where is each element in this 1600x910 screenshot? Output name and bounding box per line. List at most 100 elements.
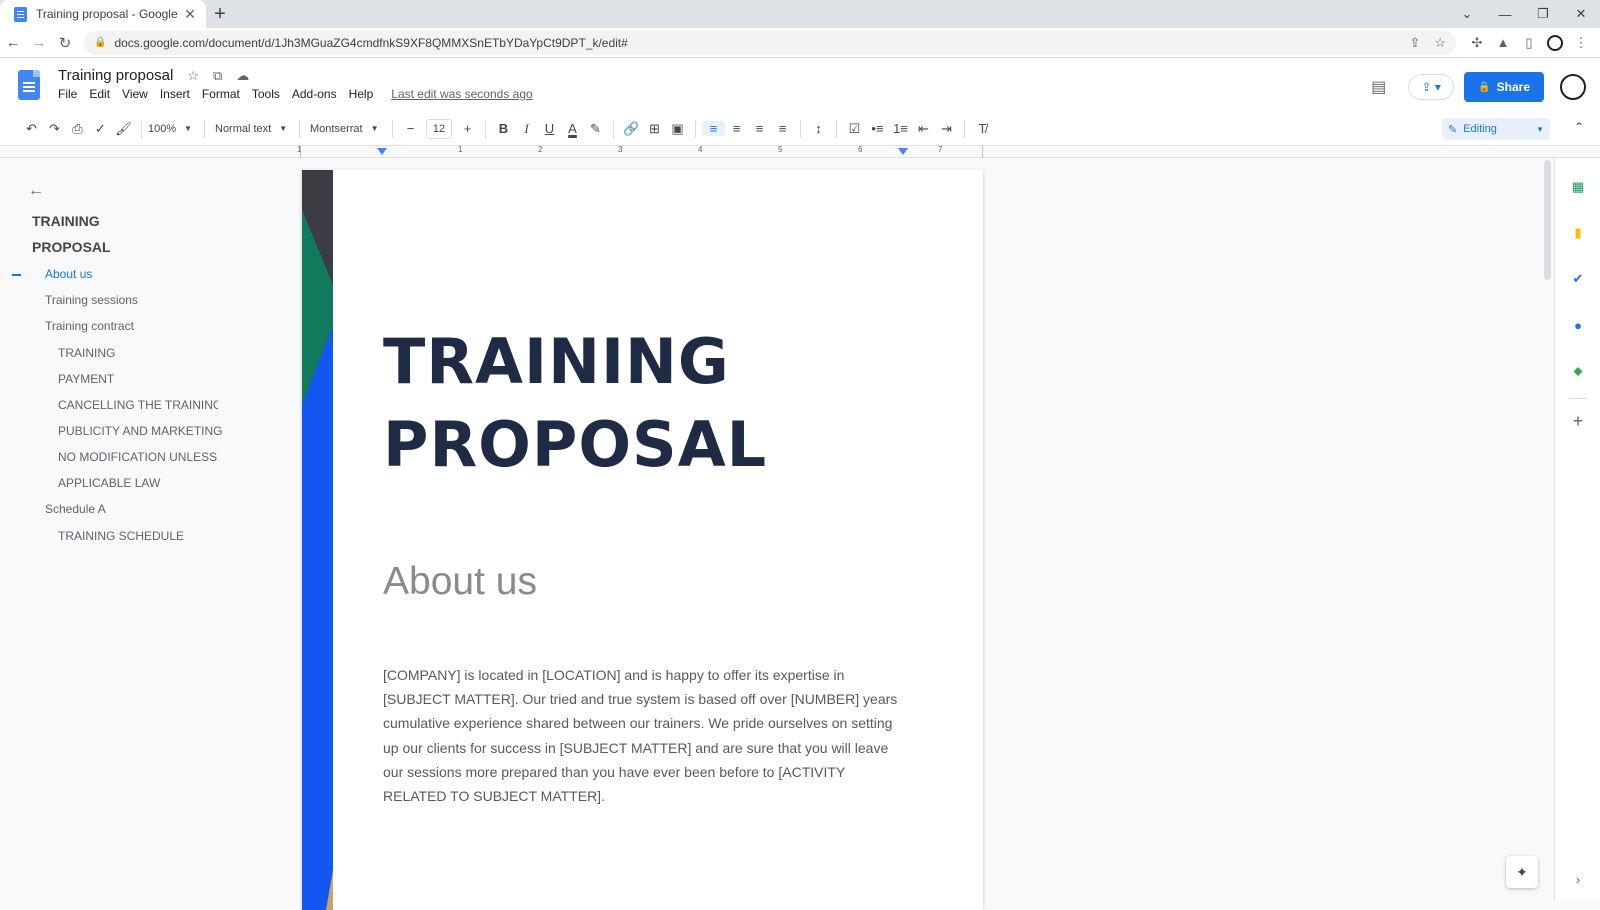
- align-center-icon[interactable]: ≡: [725, 121, 748, 136]
- tab-search-icon[interactable]: ⌄: [1448, 0, 1486, 28]
- undo-icon[interactable]: ↶: [20, 121, 43, 137]
- outline-item[interactable]: TRAINING SCHEDULE: [58, 529, 248, 543]
- reload-icon[interactable]: ↻: [52, 34, 78, 52]
- vertical-scrollbar[interactable]: [1540, 158, 1554, 900]
- title-line: PROPOSAL: [383, 403, 767, 486]
- decrease-indent-icon[interactable]: ⇤: [912, 121, 935, 137]
- menu-edit[interactable]: Edit: [89, 87, 110, 101]
- left-indent-marker[interactable]: [377, 148, 387, 155]
- menu-file[interactable]: File: [58, 87, 77, 101]
- outline-item[interactable]: APPLICABLE LAW: [58, 476, 248, 490]
- line-spacing-icon[interactable]: ↕: [807, 121, 830, 136]
- comment-history-icon[interactable]: ▤: [1371, 77, 1386, 97]
- window-close-icon[interactable]: ✕: [1562, 0, 1600, 28]
- title-line: TRAINING: [383, 320, 767, 403]
- justify-icon[interactable]: ≡: [771, 121, 794, 136]
- outline-item[interactable]: Training sessions: [45, 293, 235, 307]
- bookmark-star-icon[interactable]: ☆: [1434, 35, 1446, 51]
- star-icon[interactable]: ☆: [187, 68, 199, 84]
- outline-item[interactable]: NO MODIFICATION UNLESS I...: [58, 450, 218, 464]
- highlight-icon[interactable]: ✎: [584, 121, 607, 137]
- document-page[interactable]: TRAINING PROPOSAL About us [COMPANY] is …: [302, 170, 983, 910]
- restore-icon[interactable]: ❐: [1524, 0, 1562, 28]
- bold-icon[interactable]: B: [492, 121, 515, 136]
- font-value: Montserrat: [310, 123, 363, 135]
- spellcheck-icon[interactable]: ✓: [89, 121, 112, 137]
- align-right-icon[interactable]: ≡: [748, 121, 771, 136]
- share-button[interactable]: 🔒 Share: [1464, 72, 1544, 102]
- decrease-font-size-icon[interactable]: −: [399, 121, 422, 136]
- bulleted-list-icon[interactable]: •≡: [866, 121, 889, 136]
- menu-tools[interactable]: Tools: [252, 87, 280, 101]
- browser-menu-icon[interactable]: ⋮: [1568, 35, 1594, 51]
- forward-icon[interactable]: →: [26, 34, 52, 51]
- link-icon[interactable]: 🔗: [620, 121, 643, 137]
- move-folder-icon[interactable]: ⧉: [213, 68, 222, 84]
- url-input[interactable]: 🔒 docs.google.com/document/d/1Jh3MGuaZG4…: [84, 31, 1456, 55]
- docs-logo-icon[interactable]: [18, 70, 40, 100]
- add-icon[interactable]: +: [1569, 412, 1587, 430]
- zoom-select[interactable]: 100%▼: [148, 123, 198, 135]
- font-select[interactable]: Montserrat▼: [306, 123, 386, 135]
- style-select[interactable]: Normal text▼: [211, 123, 293, 135]
- print-icon[interactable]: ⎙: [66, 121, 89, 137]
- lock-icon[interactable]: 🔒: [94, 37, 106, 48]
- tab-close-icon[interactable]: ✕: [182, 6, 198, 23]
- sidepanel-icon[interactable]: ▯: [1516, 35, 1542, 51]
- numbered-list-icon[interactable]: 1≡: [889, 121, 912, 136]
- outline-item[interactable]: PROPOSAL: [32, 239, 222, 255]
- outline-item[interactable]: Training contract: [45, 319, 235, 333]
- outline-item[interactable]: PUBLICITY AND MARKETING: [58, 424, 248, 438]
- outline-item[interactable]: TRAINING: [32, 213, 222, 229]
- sheets-icon[interactable]: ▦: [1569, 178, 1587, 196]
- back-icon[interactable]: ←: [0, 34, 26, 51]
- clear-formatting-icon[interactable]: T̸: [971, 121, 994, 136]
- chevron-right-icon[interactable]: ›: [1569, 870, 1587, 888]
- menu-format[interactable]: Format: [202, 87, 240, 101]
- increase-font-size-icon[interactable]: +: [456, 121, 479, 136]
- insert-image-icon[interactable]: ▣: [666, 121, 689, 137]
- menu-view[interactable]: View: [122, 87, 148, 101]
- menu-help[interactable]: Help: [349, 87, 374, 101]
- right-indent-marker[interactable]: [898, 148, 908, 155]
- account-avatar[interactable]: [1560, 74, 1586, 100]
- italic-icon[interactable]: I: [515, 121, 538, 137]
- scroll-thumb[interactable]: [1544, 160, 1551, 280]
- present-button[interactable]: ⇪ ▾: [1408, 74, 1454, 100]
- maps-icon[interactable]: ⬥: [1569, 362, 1587, 380]
- menu-addons[interactable]: Add-ons: [292, 87, 337, 101]
- text-color-icon[interactable]: A: [561, 121, 584, 136]
- new-tab-button[interactable]: +: [206, 0, 234, 28]
- contacts-icon[interactable]: ●: [1569, 316, 1587, 334]
- extensions-puzzle-icon[interactable]: ✣: [1464, 35, 1490, 51]
- last-edit-link[interactable]: Last edit was seconds ago: [391, 87, 532, 101]
- editing-mode-label: Editing: [1463, 123, 1536, 135]
- outline-item-active[interactable]: About us: [45, 267, 235, 281]
- tasks-icon[interactable]: ✔: [1569, 270, 1587, 288]
- redo-icon[interactable]: ↷: [43, 121, 66, 137]
- minimize-icon[interactable]: —: [1486, 0, 1524, 28]
- profile-avatar-icon[interactable]: [1547, 35, 1563, 51]
- paint-format-icon[interactable]: 🖌: [112, 121, 135, 137]
- close-outline-icon[interactable]: ←: [28, 182, 44, 200]
- underline-icon[interactable]: U: [538, 121, 561, 136]
- checklist-icon[interactable]: ☑: [843, 121, 866, 137]
- font-size-input[interactable]: 12: [426, 119, 452, 139]
- increase-indent-icon[interactable]: ⇥: [935, 121, 958, 137]
- add-comment-icon[interactable]: ⊞: [643, 121, 666, 137]
- menu-insert[interactable]: Insert: [160, 87, 190, 101]
- explore-icon[interactable]: ✦: [1506, 856, 1538, 888]
- outline-item[interactable]: PAYMENT: [58, 372, 248, 386]
- editing-mode-select[interactable]: ✎ Editing ▼: [1442, 118, 1550, 140]
- keep-icon[interactable]: ▮: [1569, 224, 1587, 242]
- browser-tab[interactable]: Training proposal - Google Docs ✕: [0, 0, 206, 28]
- outline-item[interactable]: TRAINING: [58, 346, 248, 360]
- collapse-menus-icon[interactable]: ⌃: [1574, 120, 1584, 134]
- outline-item[interactable]: CANCELLING THE TRAINING...: [58, 398, 218, 412]
- document-title[interactable]: Training proposal: [58, 67, 173, 84]
- cloud-status-icon[interactable]: ☁: [236, 68, 249, 84]
- outline-item[interactable]: Schedule A: [45, 502, 235, 516]
- align-left-icon[interactable]: ≡: [702, 121, 725, 136]
- share-page-icon[interactable]: ⇪: [1409, 35, 1420, 51]
- extension-icon[interactable]: ▲: [1490, 35, 1516, 50]
